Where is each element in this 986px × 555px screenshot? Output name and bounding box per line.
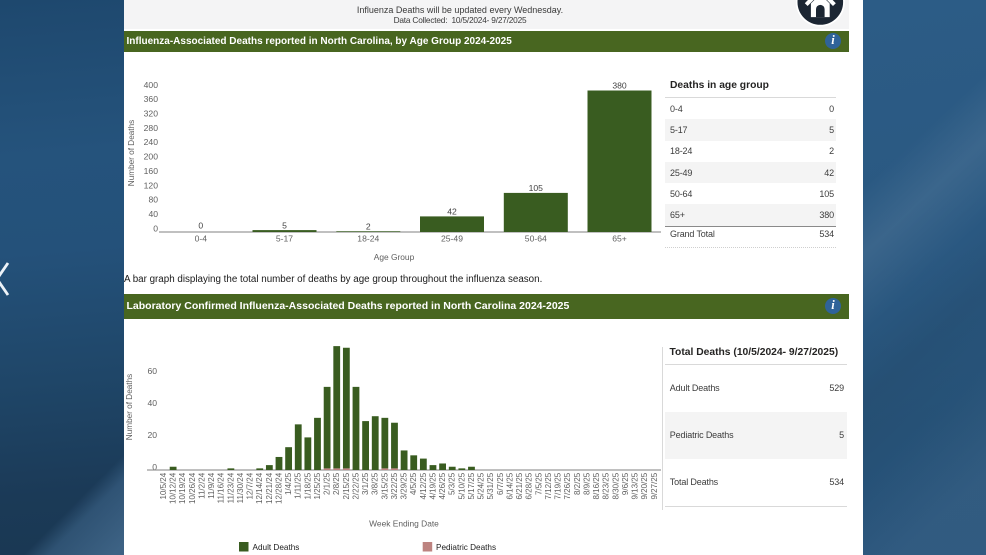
svg-text:2/8/25: 2/8/25 bbox=[332, 472, 341, 495]
svg-text:5/31/25: 5/31/25 bbox=[486, 472, 495, 499]
svg-text:10/5/24: 10/5/24 bbox=[159, 472, 168, 499]
svg-text:Age Group: Age Group bbox=[374, 252, 415, 262]
svg-text:105: 105 bbox=[529, 183, 544, 193]
svg-text:5-17: 5-17 bbox=[276, 233, 293, 243]
svg-text:2: 2 bbox=[366, 222, 371, 232]
svg-text:6/28/25: 6/28/25 bbox=[525, 472, 534, 499]
svg-text:7/19/25: 7/19/25 bbox=[554, 472, 563, 499]
svg-text:0: 0 bbox=[152, 462, 157, 472]
svg-text:3/8/25: 3/8/25 bbox=[371, 472, 380, 495]
svg-text:3/22/25: 3/22/25 bbox=[390, 472, 399, 499]
svg-text:Adult Deaths: Adult Deaths bbox=[253, 543, 300, 552]
svg-text:2/1/25: 2/1/25 bbox=[323, 472, 332, 495]
svg-text:40: 40 bbox=[148, 209, 158, 219]
svg-text:1/4/25: 1/4/25 bbox=[284, 472, 293, 495]
svg-text:1/11/25: 1/11/25 bbox=[294, 472, 303, 499]
svg-text:5/17/25: 5/17/25 bbox=[467, 472, 476, 499]
svg-text:42: 42 bbox=[447, 207, 457, 217]
svg-text:9/6/25: 9/6/25 bbox=[621, 472, 630, 495]
svg-text:3/15/25: 3/15/25 bbox=[380, 472, 389, 499]
svg-text:2/22/25: 2/22/25 bbox=[351, 472, 360, 499]
svg-text:12/21/24: 12/21/24 bbox=[265, 472, 274, 504]
svg-text:380: 380 bbox=[612, 81, 627, 91]
svg-text:7/26/25: 7/26/25 bbox=[563, 472, 572, 499]
svg-text:0: 0 bbox=[198, 221, 203, 231]
svg-text:6/7/25: 6/7/25 bbox=[496, 472, 505, 495]
svg-text:10/19/24: 10/19/24 bbox=[178, 472, 187, 504]
svg-text:0-4: 0-4 bbox=[195, 233, 208, 243]
svg-text:Number of Deaths: Number of Deaths bbox=[127, 120, 136, 186]
svg-text:3/1/25: 3/1/25 bbox=[361, 472, 370, 495]
svg-text:20: 20 bbox=[147, 430, 157, 440]
svg-text:120: 120 bbox=[144, 180, 159, 190]
svg-text:9/13/25: 9/13/25 bbox=[631, 472, 640, 499]
svg-text:280: 280 bbox=[144, 123, 159, 133]
svg-text:8/30/25: 8/30/25 bbox=[611, 472, 620, 499]
svg-text:320: 320 bbox=[144, 109, 159, 119]
svg-text:2/15/25: 2/15/25 bbox=[342, 472, 351, 499]
svg-text:18-24: 18-24 bbox=[357, 233, 379, 243]
svg-text:8/16/25: 8/16/25 bbox=[592, 472, 601, 499]
svg-text:12/28/24: 12/28/24 bbox=[274, 472, 283, 504]
svg-text:11/30/24: 11/30/24 bbox=[236, 472, 245, 503]
svg-text:80: 80 bbox=[148, 195, 158, 205]
svg-text:Pediatric Deaths: Pediatric Deaths bbox=[436, 543, 496, 552]
svg-text:11/16/24: 11/16/24 bbox=[217, 472, 226, 503]
svg-text:200: 200 bbox=[144, 152, 159, 162]
svg-text:Number of Deaths: Number of Deaths bbox=[125, 374, 134, 440]
svg-text:8/9/25: 8/9/25 bbox=[582, 472, 591, 495]
svg-text:4/19/25: 4/19/25 bbox=[428, 472, 437, 499]
svg-text:5: 5 bbox=[282, 220, 287, 230]
svg-text:25-49: 25-49 bbox=[441, 233, 463, 243]
svg-text:10/26/24: 10/26/24 bbox=[188, 472, 197, 504]
svg-text:7/5/25: 7/5/25 bbox=[534, 472, 543, 495]
svg-text:7/12/25: 7/12/25 bbox=[544, 472, 553, 499]
svg-text:3/29/25: 3/29/25 bbox=[400, 472, 409, 499]
svg-text:240: 240 bbox=[144, 137, 159, 147]
svg-text:360: 360 bbox=[144, 94, 159, 104]
svg-text:65+: 65+ bbox=[612, 233, 627, 243]
svg-text:9/20/25: 9/20/25 bbox=[640, 472, 649, 499]
svg-text:11/2/24: 11/2/24 bbox=[198, 472, 207, 499]
svg-text:50-64: 50-64 bbox=[525, 233, 547, 243]
svg-text:10/12/24: 10/12/24 bbox=[169, 472, 178, 504]
svg-text:4/12/25: 4/12/25 bbox=[419, 472, 428, 499]
svg-text:12/14/24: 12/14/24 bbox=[255, 472, 264, 504]
svg-text:400: 400 bbox=[144, 80, 159, 90]
svg-text:1/18/25: 1/18/25 bbox=[303, 472, 312, 499]
svg-text:5/3/25: 5/3/25 bbox=[448, 472, 457, 495]
svg-text:5/10/25: 5/10/25 bbox=[457, 472, 466, 499]
svg-text:8/2/25: 8/2/25 bbox=[573, 472, 582, 495]
svg-text:4/26/25: 4/26/25 bbox=[438, 472, 447, 499]
svg-text:11/23/24: 11/23/24 bbox=[226, 472, 235, 503]
svg-text:8/23/25: 8/23/25 bbox=[602, 472, 611, 499]
svg-text:6/21/25: 6/21/25 bbox=[515, 472, 524, 499]
svg-text:40: 40 bbox=[147, 398, 157, 408]
svg-text:0: 0 bbox=[153, 223, 158, 233]
svg-text:160: 160 bbox=[144, 166, 159, 176]
svg-text:60: 60 bbox=[147, 366, 157, 376]
svg-text:12/7/24: 12/7/24 bbox=[246, 472, 255, 499]
svg-text:4/5/25: 4/5/25 bbox=[409, 472, 418, 495]
svg-text:6/14/25: 6/14/25 bbox=[505, 472, 514, 499]
svg-text:11/9/24: 11/9/24 bbox=[207, 472, 216, 499]
svg-text:Week Ending Date: Week Ending Date bbox=[369, 518, 439, 528]
svg-text:5/24/25: 5/24/25 bbox=[477, 472, 486, 499]
svg-text:1/25/25: 1/25/25 bbox=[313, 472, 322, 499]
svg-text:9/27/25: 9/27/25 bbox=[650, 472, 659, 499]
